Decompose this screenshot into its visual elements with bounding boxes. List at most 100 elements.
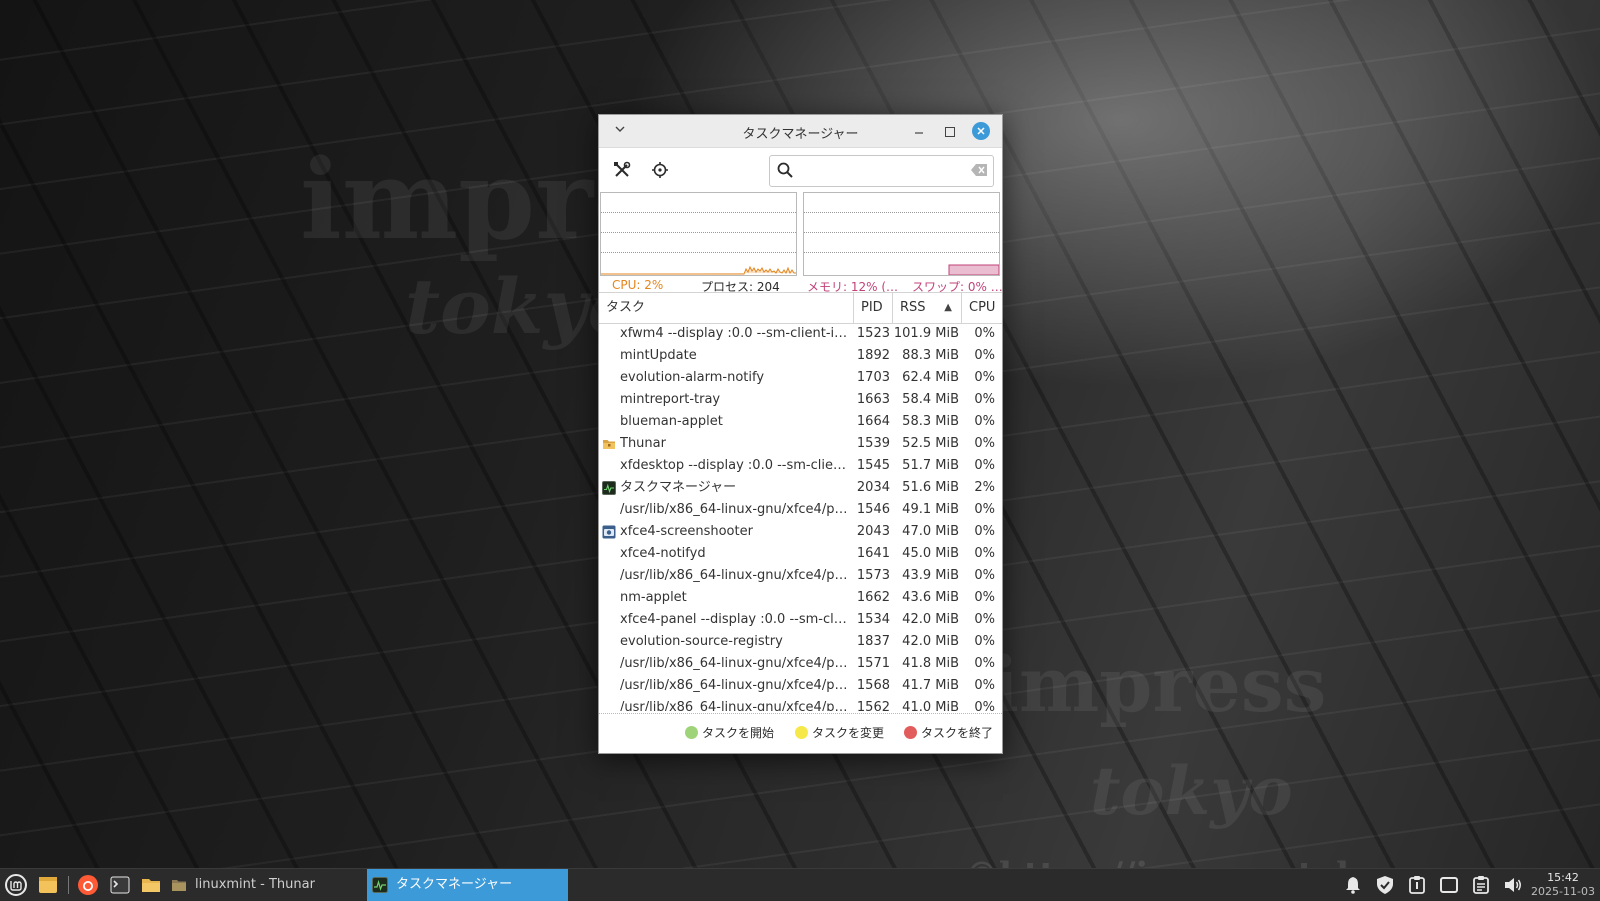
column-header-task[interactable]: タスク <box>599 293 854 323</box>
process-pid: 1534 <box>856 612 890 627</box>
process-name: Thunar <box>620 436 666 451</box>
search-input[interactable] <box>800 160 964 182</box>
legend-label: タスクを変更 <box>812 726 885 740</box>
process-row[interactable]: mintUpdate 1892 88.3 MiB 0% <box>599 345 1002 367</box>
column-header-rss[interactable]: RSS ▲ <box>893 293 962 323</box>
folder-icon[interactable] <box>139 873 163 897</box>
taskbar-window-label: linuxmint - Thunar <box>195 877 315 892</box>
process-cpu: 0% <box>974 678 995 693</box>
process-pid: 1663 <box>856 392 890 407</box>
legend-label: タスクを終了 <box>921 726 994 740</box>
process-name: xfce4-panel --display :0.0 --sm-client… <box>620 612 850 627</box>
process-cpu: 0% <box>974 458 995 473</box>
process-rss: 49.1 MiB <box>902 502 959 517</box>
legend-label: タスクを開始 <box>702 726 775 740</box>
process-row[interactable]: /usr/lib/x86_64-linux-gnu/xfce4/pa… 1568 4… <box>599 675 1002 697</box>
firefox-icon[interactable] <box>76 873 100 897</box>
maximize-button[interactable] <box>939 121 959 141</box>
process-row[interactable]: /usr/lib/x86_64-linux-gnu/xfce4/pa… 1546 4… <box>599 499 1002 521</box>
process-rss: 41.8 MiB <box>902 656 959 671</box>
process-cpu: 2% <box>974 480 995 495</box>
taskbar-window-task-manager[interactable]: タスクマネージャー <box>367 869 568 901</box>
process-row[interactable]: xfwm4 --display :0.0 --sm-client-id 2… 15… <box>599 323 1002 345</box>
column-header-cpu[interactable]: CPU <box>962 293 1002 323</box>
process-row[interactable]: evolution-alarm-notify 1703 62.4 MiB 0% <box>599 367 1002 389</box>
process-row[interactable]: nm-applet 1662 43.6 MiB 0% <box>599 587 1002 609</box>
legend-task-changed: タスクを変更 <box>795 724 884 741</box>
process-name: evolution-source-registry <box>620 634 783 649</box>
red-dot-icon <box>904 726 917 739</box>
minimize-button[interactable] <box>909 121 929 141</box>
mint-menu-icon[interactable] <box>4 873 28 897</box>
terminal-icon[interactable] <box>108 873 132 897</box>
process-pid: 1664 <box>856 414 890 429</box>
watermark: ©https://impress.tokyo <box>965 855 1402 868</box>
clock-time: 15:42 <box>1547 871 1579 884</box>
green-dot-icon <box>685 726 698 739</box>
process-cpu: 0% <box>974 568 995 583</box>
process-rss: 101.9 MiB <box>893 326 959 341</box>
process-row[interactable]: Thunar 1539 52.5 MiB 0% <box>599 433 1002 455</box>
search-box[interactable] <box>769 155 994 187</box>
minimize-icon <box>915 132 923 134</box>
clear-search-icon[interactable] <box>971 164 987 176</box>
process-name: xfce4-screenshooter <box>620 524 753 539</box>
process-row[interactable]: /usr/lib/x86_64-linux-gnu/xfce4/pa… 1562 4… <box>599 697 1002 711</box>
process-cpu: 0% <box>974 392 995 407</box>
bell-icon[interactable] <box>1343 875 1363 895</box>
memory-usage-area <box>948 264 999 275</box>
process-row[interactable]: xfce4-notifyd 1641 45.0 MiB 0% <box>599 543 1002 565</box>
process-row[interactable]: /usr/lib/x86_64-linux-gnu/xfce4/pa… 1573 4… <box>599 565 1002 587</box>
process-name: /usr/lib/x86_64-linux-gnu/xfce4/pa… <box>620 568 850 583</box>
process-row[interactable]: xfce4-panel --display :0.0 --sm-client… 1… <box>599 609 1002 631</box>
clock[interactable]: 15:42 2025-11-03 <box>1528 871 1598 899</box>
process-row[interactable]: /usr/lib/x86_64-linux-gnu/xfce4/pa… 1571 4… <box>599 653 1002 675</box>
process-name: /usr/lib/x86_64-linux-gnu/xfce4/pa… <box>620 656 850 671</box>
process-rss: 42.0 MiB <box>902 612 959 627</box>
legend-task-started: タスクを開始 <box>685 724 774 741</box>
process-pid: 1545 <box>856 458 890 473</box>
clipboard-icon[interactable] <box>1471 875 1491 895</box>
legend-task-ended: タスクを終了 <box>904 724 993 741</box>
process-cpu: 0% <box>974 634 995 649</box>
process-rss: 51.6 MiB <box>902 480 959 495</box>
process-row[interactable]: xfdesktop --display :0.0 --sm-client-i… 1… <box>599 455 1002 477</box>
close-button[interactable] <box>972 122 990 140</box>
crosshair-icon <box>652 162 668 178</box>
locate-window-button[interactable] <box>647 157 673 183</box>
process-name: evolution-alarm-notify <box>620 370 765 385</box>
process-pid: 1571 <box>856 656 890 671</box>
process-pid: 2034 <box>856 480 890 495</box>
process-name: xfce4-notifyd <box>620 546 706 561</box>
legend-bar: タスクを開始 タスクを変更 タスクを終了 <box>599 713 1002 748</box>
cpu-usage-label: CPU: 2% <box>612 278 664 292</box>
table-header: タスク PID RSS ▲ CPU <box>599 292 1002 324</box>
separator <box>68 876 69 894</box>
process-pid: 1539 <box>856 436 890 451</box>
folder-icon <box>602 437 616 451</box>
memory-graph <box>803 192 1000 276</box>
process-row[interactable]: blueman-applet 1664 58.3 MiB 0% <box>599 411 1002 433</box>
search-icon <box>777 162 793 178</box>
window-icon[interactable] <box>1439 875 1459 895</box>
show-desktop-icon[interactable] <box>36 873 60 897</box>
process-list[interactable]: xfwm4 --display :0.0 --sm-client-id 2… 15… <box>599 323 1002 711</box>
update-manager-icon[interactable] <box>1407 875 1427 895</box>
process-rss: 43.9 MiB <box>902 568 959 583</box>
process-row[interactable]: mintreport-tray 1663 58.4 MiB 0% <box>599 389 1002 411</box>
process-row[interactable]: タスクマネージャー 2034 51.6 MiB 2% <box>599 477 1002 499</box>
process-cpu: 0% <box>974 348 995 363</box>
toolbar <box>599 148 1002 190</box>
volume-icon[interactable] <box>1503 875 1523 895</box>
process-row[interactable]: xfce4-screenshooter 2043 47.0 MiB 0% <box>599 521 1002 543</box>
process-row[interactable]: evolution-source-registry 1837 42.0 MiB 0% <box>599 631 1002 653</box>
title-bar[interactable]: タスクマネージャー <box>599 115 1002 148</box>
settings-button[interactable] <box>609 157 635 183</box>
column-header-pid[interactable]: PID <box>854 293 893 323</box>
chevron-down-icon <box>615 126 625 132</box>
process-rss: 58.3 MiB <box>902 414 959 429</box>
camera-icon <box>602 525 616 539</box>
window-menu-button[interactable] <box>612 123 628 139</box>
taskbar-window-thunar[interactable]: linuxmint - Thunar <box>166 869 366 901</box>
shield-icon[interactable] <box>1375 875 1395 895</box>
